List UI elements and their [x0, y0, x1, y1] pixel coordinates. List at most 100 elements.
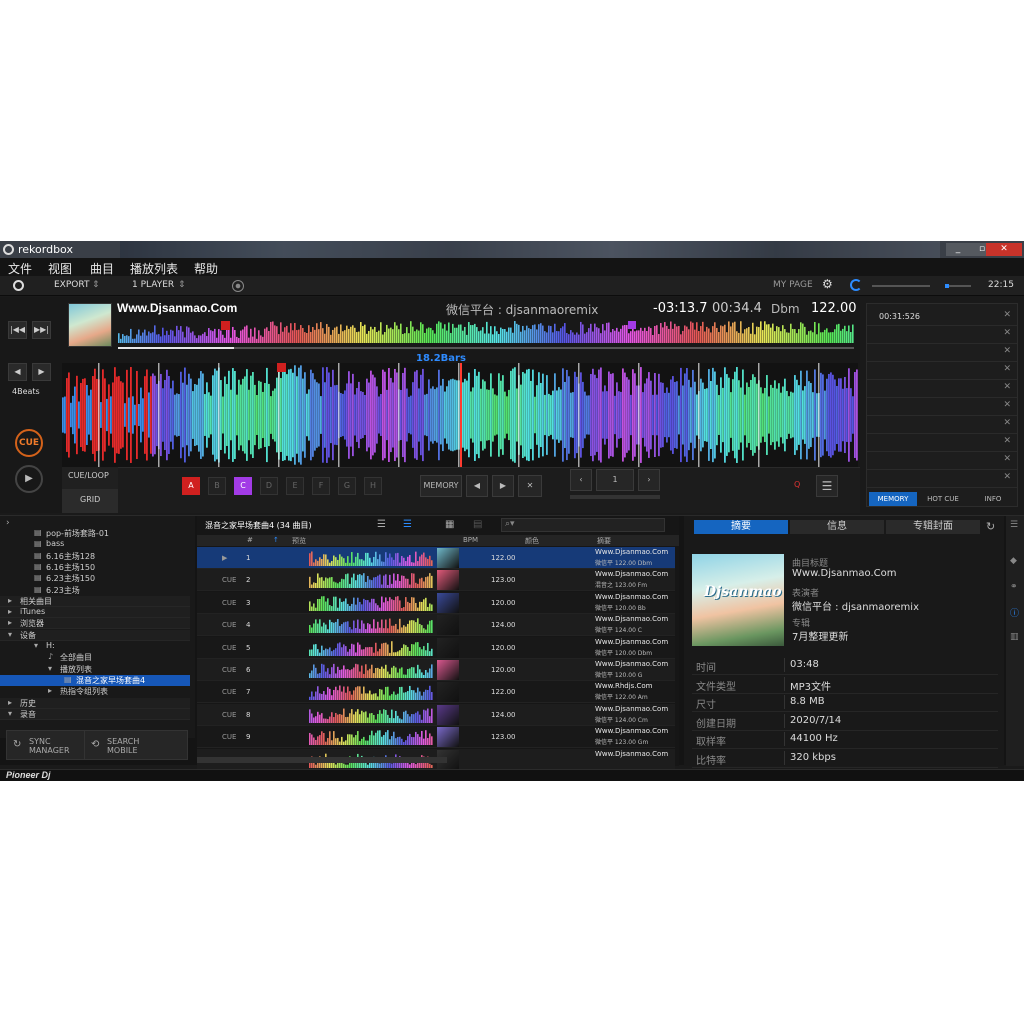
hotcue-f-button[interactable]: F: [312, 477, 330, 495]
refresh-icon[interactable]: ↻: [986, 520, 995, 533]
tree-item[interactable]: ▤ 6.16主场150: [0, 562, 190, 573]
beat-jump-forward-button[interactable]: ▶: [32, 363, 51, 381]
info-icon[interactable]: ⓘ: [1010, 606, 1019, 619]
menu-playlist[interactable]: 播放列表: [130, 260, 178, 277]
play-button[interactable]: ▶: [15, 465, 43, 493]
table-row[interactable]: CUE 2 123.00 Www.Djsanmao.Com 混音之 123.00 Fm: [197, 569, 675, 592]
tree-item[interactable]: ▸ 相关曲目: [0, 595, 190, 607]
hotcue-e-button[interactable]: E: [286, 477, 304, 495]
table-row[interactable]: CUE 8 124.00 Www.Djsanmao.Com 微信平 124.00 Cm: [197, 703, 675, 726]
row-preview-waveform[interactable]: [309, 617, 433, 634]
row-preview-waveform[interactable]: [309, 550, 433, 566]
memory-entry-2[interactable]: ✕: [867, 326, 1017, 344]
hotcue-c-button[interactable]: C: [234, 477, 252, 495]
tree-item[interactable]: ♪ 全部曲目: [0, 652, 190, 663]
info-tab[interactable]: INFO: [969, 492, 1017, 506]
memory-prev-button[interactable]: ◀: [466, 475, 488, 497]
elapsed-time[interactable]: 00:34.4: [712, 301, 762, 316]
beat-jump-back-button[interactable]: ◀: [8, 363, 27, 381]
tree-item[interactable]: ▤ 6.16主场128: [0, 551, 190, 562]
memory-entry-8[interactable]: ✕: [867, 434, 1017, 452]
grid-view-icon[interactable]: ▦: [445, 519, 454, 530]
memory-entry-5[interactable]: ✕: [867, 380, 1017, 398]
memory-entry-10[interactable]: ✕: [867, 470, 1017, 488]
cue-loop-tab[interactable]: CUE/LOOP: [62, 467, 118, 489]
tag-icon[interactable]: ◆: [1010, 556, 1017, 566]
row-preview-waveform[interactable]: [309, 595, 433, 611]
row-preview-waveform[interactable]: [309, 662, 433, 678]
col-color-header[interactable]: 颜色: [525, 536, 539, 546]
tree-item[interactable]: ▾ H:: [0, 641, 190, 652]
memory-tab[interactable]: MEMORY: [869, 492, 917, 506]
loop-slider[interactable]: [570, 495, 660, 499]
row-preview-waveform[interactable]: [309, 684, 433, 701]
hotcue-a-button[interactable]: A: [182, 477, 200, 495]
memory-entry-3[interactable]: ✕: [867, 344, 1017, 362]
volume-knob[interactable]: [945, 284, 949, 288]
list-icon[interactable]: ☰: [1010, 520, 1018, 530]
tree-item[interactable]: ▸ iTunes: [0, 607, 190, 619]
list-view-icon[interactable]: ☰: [377, 519, 386, 530]
grid-tab[interactable]: GRID: [62, 489, 118, 513]
table-row[interactable]: CUE 9 123.00 Www.Djsanmao.Com 微信平 123.00 Gm: [197, 726, 675, 749]
quantize-indicator[interactable]: Q: [794, 480, 800, 489]
player-chevron-icon[interactable]: ⇕: [178, 280, 186, 290]
tree-item[interactable]: ▤ 6.23主场150: [0, 573, 190, 584]
loop-halve-button[interactable]: ‹: [570, 469, 592, 491]
memory-entry-1[interactable]: 00:31:526 ✕: [867, 308, 1017, 326]
split-view-icon[interactable]: ▤: [473, 519, 482, 530]
next-track-button[interactable]: ▶▶|: [32, 321, 51, 339]
tree-item[interactable]: ▤ 混音之家早场套曲4: [0, 674, 190, 686]
close-button[interactable]: ✕: [986, 243, 1022, 256]
settings-gear-icon[interactable]: ⚙: [822, 277, 833, 291]
previous-track-button[interactable]: |◀◀: [8, 321, 27, 339]
horizontal-scrollbar[interactable]: [197, 757, 447, 763]
detail-view-icon[interactable]: ☰: [403, 519, 412, 530]
deck-menu-icon[interactable]: ☰: [816, 475, 838, 497]
memory-next-button[interactable]: ▶: [492, 475, 514, 497]
row-preview-waveform[interactable]: [309, 640, 433, 656]
hot-cue-tab[interactable]: HOT CUE: [919, 492, 967, 506]
sync-manager-button[interactable]: ↻ SYNC MANAGER: [6, 730, 94, 760]
mode-chevron-icon[interactable]: ⇕: [92, 280, 100, 290]
menu-file[interactable]: 文件: [8, 260, 32, 277]
table-row[interactable]: CUE 6 120.00 Www.Djsanmao.Com 微信平 120.00 G: [197, 659, 675, 681]
sort-arrow-icon[interactable]: ↑: [273, 536, 279, 544]
memory-entry-6[interactable]: ✕: [867, 398, 1017, 416]
summary-tab[interactable]: 摘要: [694, 520, 788, 534]
tree-item[interactable]: ▸ 热指令组列表: [0, 686, 190, 697]
table-row[interactable]: CUE 4 124.00 Www.Djsanmao.Com 微信平 124.00 C: [197, 614, 675, 637]
row-preview-waveform[interactable]: [309, 707, 433, 723]
album-art-tab[interactable]: 专辑封面: [886, 520, 980, 534]
rekordbox-logo-icon[interactable]: [13, 280, 24, 291]
search-input[interactable]: ⌕▾: [501, 518, 665, 532]
col-preview-header[interactable]: 预览: [292, 536, 306, 546]
table-row[interactable]: CUE 7 122.00 Www.Rhdjs.Com 微信平 122.00 Am: [197, 681, 675, 704]
col-bpm-header[interactable]: BPM: [463, 536, 478, 544]
row-preview-waveform[interactable]: [309, 729, 433, 746]
col-summary-header[interactable]: 摘要: [597, 536, 611, 546]
info-detail-tab[interactable]: 信息: [790, 520, 884, 534]
record-icon[interactable]: [232, 280, 244, 292]
hotcue-g-button[interactable]: G: [338, 477, 356, 495]
cue-button[interactable]: CUE: [15, 429, 43, 457]
tree-item[interactable]: ▤ 6.23主场: [0, 585, 190, 596]
related-icon[interactable]: ⚭: [1010, 582, 1018, 592]
table-row[interactable]: CUE 3 120.00 Www.Djsanmao.Com 微信平 120.00 Bb: [197, 591, 675, 614]
tree-item[interactable]: ▾ 播放列表: [0, 664, 190, 675]
menu-track[interactable]: 曲目: [90, 260, 114, 277]
tree-item[interactable]: ▾ 录音: [0, 708, 190, 720]
col-num-header[interactable]: #: [247, 536, 253, 544]
overview-waveform[interactable]: [118, 321, 854, 347]
tree-item[interactable]: ▸ 浏览器: [0, 618, 190, 630]
panel-icon[interactable]: ▥: [1010, 632, 1019, 642]
memory-delete-icon[interactable]: ✕: [518, 475, 542, 497]
beat-jump-size[interactable]: 4Beats: [12, 387, 40, 396]
memory-entry-9[interactable]: ✕: [867, 452, 1017, 470]
hotcue-d-button[interactable]: D: [260, 477, 278, 495]
memory-button[interactable]: MEMORY: [420, 475, 462, 497]
hotcue-b-button[interactable]: B: [208, 477, 226, 495]
minimize-button[interactable]: _: [946, 243, 970, 256]
remaining-time[interactable]: -03:13.7: [653, 301, 708, 316]
hotcue-h-button[interactable]: H: [364, 477, 382, 495]
